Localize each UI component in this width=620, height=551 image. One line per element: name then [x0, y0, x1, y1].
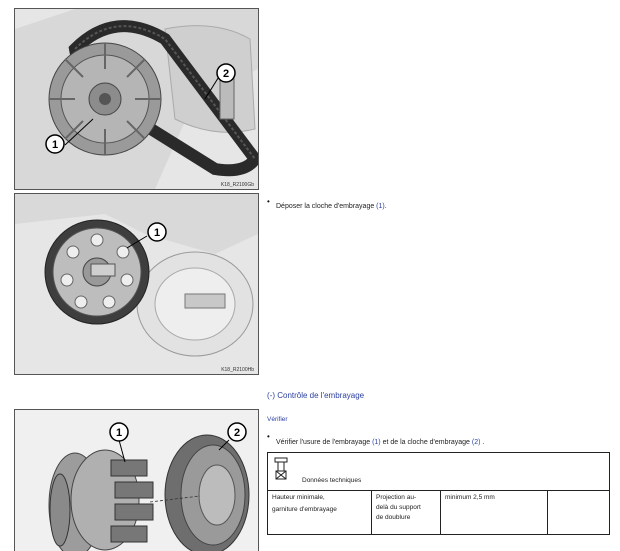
svg-text:1: 1 — [154, 227, 160, 239]
clutch-and-bell-illustration: 1 2 — [15, 410, 258, 551]
svg-text:2: 2 — [223, 68, 229, 80]
section-heading: (-) Contrôle de l'embrayage — [267, 391, 365, 400]
figure-caption: K18_R2100Gb — [220, 182, 254, 188]
figure-clutch-bell-belt: 1 2 K18_R2100Gb — [14, 8, 259, 190]
section-subheading: Vérifier — [267, 416, 288, 423]
ref-link-1[interactable]: (1) — [372, 439, 381, 446]
svg-text:1: 1 — [52, 139, 58, 151]
tech-row-description: Projection au- delà du support de doublu… — [371, 490, 441, 535]
caliper-icon — [274, 457, 288, 480]
tech-row-empty — [547, 490, 610, 535]
clutch-bell-belt-illustration: 1 2 — [15, 9, 258, 189]
figure-clutch-and-bell: 1 2 — [14, 409, 259, 551]
svg-text:2: 2 — [234, 427, 240, 439]
step-bullet: • — [267, 197, 270, 206]
tech-table-header: Données techniques — [267, 452, 610, 491]
technical-data-table: Données techniques Hauteur minimale, gar… — [267, 452, 610, 535]
step-remove-clutch-bell: Déposer la cloche d'embrayage (1). — [276, 203, 387, 210]
step-check-wear: Vérifier l'usure de l'embrayage (1) et d… — [276, 439, 485, 446]
step-bullet: • — [267, 432, 270, 441]
tech-row-label: Hauteur minimale, garniture d'embrayage — [267, 490, 372, 535]
tech-row-value: minimum 2,5 mm — [440, 490, 548, 535]
svg-text:1: 1 — [116, 427, 122, 439]
figure-caption: K18_R2100Hb — [221, 367, 254, 373]
figure-clutch-housing: 1 K18_R2100Hb — [14, 193, 259, 375]
clutch-housing-illustration: 1 — [15, 194, 258, 374]
ref-link-1[interactable]: (1) — [376, 203, 385, 210]
